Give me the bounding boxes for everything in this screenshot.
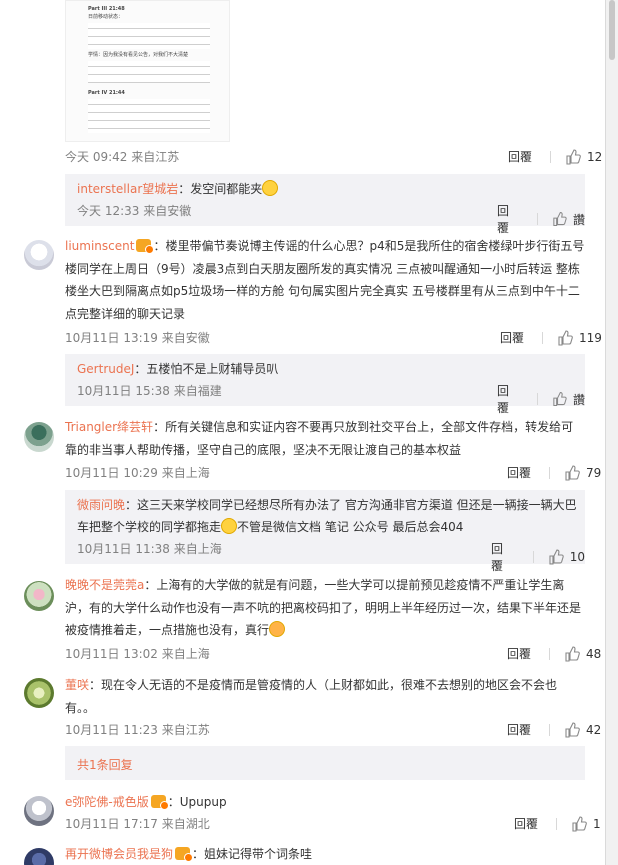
comment-meta: 10月11日 13:02 来自上海 (65, 647, 210, 661)
reply-button[interactable]: 回覆 (514, 815, 538, 832)
comment-actions: 回覆 79 (507, 464, 601, 481)
like-icon[interactable] (552, 391, 567, 407)
username-link[interactable]: e弥陀佛-戒色版 (65, 795, 149, 809)
like-icon[interactable] (571, 815, 587, 832)
comment-meta: 10月11日 10:29 来自上海 (65, 466, 210, 480)
comment-actions: 回覆 讚 (497, 382, 585, 416)
emoji-icon (269, 621, 286, 637)
like-count: 12 (587, 149, 603, 164)
avatar[interactable] (24, 848, 54, 865)
reply-button[interactable]: 回覆 (507, 464, 531, 481)
comment-text: liuminscent ：楼里带偏节奏说博主传谣的什么心思？p4和5是我所住的宿舍… (65, 239, 585, 321)
vip-badge-icon (150, 795, 169, 810)
like-icon[interactable] (557, 329, 573, 346)
like-count: 79 (586, 465, 602, 480)
scrollbar-thumb[interactable] (609, 0, 615, 60)
reply-button[interactable]: 回覆 (507, 721, 531, 738)
username-link[interactable]: 再开微博会员我是狗 (65, 847, 173, 861)
username-link[interactable]: GertrudeJ (77, 362, 134, 376)
attached-image[interactable]: Part III 21:48 日前移动状态： 学情：因为我没有看见公告，对我们不… (65, 0, 230, 142)
avatar[interactable] (24, 422, 54, 452)
comment-meta: 10月11日 13:19 来自安徽 (65, 331, 210, 345)
username-link[interactable]: interstellar望城岩 (77, 182, 178, 196)
comment-actions: 回覆 10 (491, 540, 585, 574)
more-replies-link[interactable]: 共1条回复 (77, 756, 133, 773)
vip-badge-icon (175, 847, 194, 862)
sub-comment-text: GertrudeJ：五楼怕不是上财辅导员叭 (77, 362, 279, 376)
like-icon[interactable] (564, 721, 580, 738)
comment-actions: 回覆 119 (500, 329, 602, 346)
comment-meta: 10月11日 15:38 来自福建 (77, 384, 222, 398)
reply-button[interactable]: 回覆 (507, 645, 531, 662)
like-icon[interactable] (564, 464, 580, 481)
comment-text: 董咲：现在令人无语的不是疫情而是管疫情的人（上财都如此，很难不去想别的地区会不会… (65, 678, 558, 715)
comment-actions: 回覆 12 (508, 148, 602, 165)
sub-comment: interstellar望城岩：发空间都能夹 今天 12:33 来自安徽 回覆 … (65, 174, 585, 235)
avatar[interactable] (24, 678, 54, 708)
username-link[interactable]: 董咲 (65, 678, 89, 692)
like-count: 48 (586, 646, 602, 661)
comment-text: ：发空间都能夹 (178, 182, 263, 196)
like-icon[interactable] (552, 211, 567, 227)
more-replies-box: 共1条回复 (65, 746, 585, 780)
comment-meta: 今天 09:42 来自江苏 (65, 150, 180, 164)
comment-actions: 回覆 42 (507, 721, 601, 738)
image-line: Part III 21:48 (88, 6, 125, 12)
like-icon[interactable] (564, 645, 580, 662)
comment-actions: 回覆 讚 (497, 202, 585, 236)
comment-meta: 10月11日 17:17 来自湖北 (65, 817, 210, 831)
comment-actions: 回覆 48 (507, 645, 601, 662)
comment-text: 再开微博会员我是狗 ：姐妹记得带个词条哇 (65, 847, 313, 862)
username-link[interactable]: 微雨问晚 (77, 498, 125, 512)
image-line: 日前移动状态： (88, 14, 124, 20)
sub-comment-text: 微雨问晚：这三天来学校同学已经想尽所有办法了 官方沟通非官方渠道 但还是一辆接一… (77, 498, 577, 534)
comment-text: Triangler绛芸轩：所有关键信息和实证内容不要再只放到社交平台上，全部文件… (65, 420, 574, 457)
comment-text: e弥陀佛-戒色版 ：Upupup (65, 795, 227, 810)
comment-panel: Part III 21:48 日前移动状态： 学情：因为我没有看见公告，对我们不… (0, 0, 606, 865)
image-line: Part IV 21:44 (88, 90, 125, 96)
image-line: 学情：因为我没有看见公告，对我们不大清楚 (88, 52, 189, 58)
comment-actions: 回覆 1 (514, 815, 601, 832)
reply-button[interactable]: 回覆 (491, 540, 515, 574)
like-label: 讚 (572, 212, 585, 227)
reply-button[interactable]: 回覆 (500, 329, 524, 346)
emoji-icon (262, 180, 279, 196)
avatar[interactable] (24, 581, 54, 611)
comment-meta: 10月11日 11:38 来自上海 (77, 542, 222, 556)
crying-emoji-icon (221, 518, 238, 534)
scrollbar[interactable] (606, 0, 618, 865)
comment-meta: 10月11日 11:23 来自江苏 (65, 723, 210, 737)
avatar[interactable] (24, 240, 54, 270)
sub-comment: GertrudeJ：五楼怕不是上财辅导员叭 10月11日 15:38 来自福建 … (65, 354, 585, 415)
username-link[interactable]: liuminscent (65, 239, 134, 253)
reply-button[interactable]: 回覆 (508, 148, 532, 165)
comment-text: 晚晚不是莞莞a：上海有的大学做的就是有问题，一些大学可以提前预见趁疫情不严重让学… (65, 578, 582, 637)
comment-meta: 今天 12:33 来自安徽 (77, 204, 192, 218)
like-label: 讚 (572, 392, 585, 407)
like-icon[interactable] (565, 148, 581, 165)
sub-comment: 微雨问晚：这三天来学校同学已经想尽所有办法了 官方沟通非官方渠道 但还是一辆接一… (65, 490, 585, 573)
username-link[interactable]: Triangler绛芸轩 (65, 420, 153, 434)
like-count: 1 (593, 816, 601, 831)
like-icon[interactable] (548, 549, 564, 565)
like-count: 10 (569, 550, 586, 564)
sub-comment-text: interstellar望城岩：发空间都能夹 (77, 178, 577, 200)
username-link[interactable]: 晚晚不是莞莞a (65, 578, 144, 592)
reply-button[interactable]: 回覆 (497, 382, 519, 416)
like-count: 119 (579, 330, 602, 345)
vip-badge-icon (136, 239, 155, 254)
avatar[interactable] (24, 796, 54, 826)
like-count: 42 (586, 722, 602, 737)
reply-button[interactable]: 回覆 (497, 202, 519, 236)
